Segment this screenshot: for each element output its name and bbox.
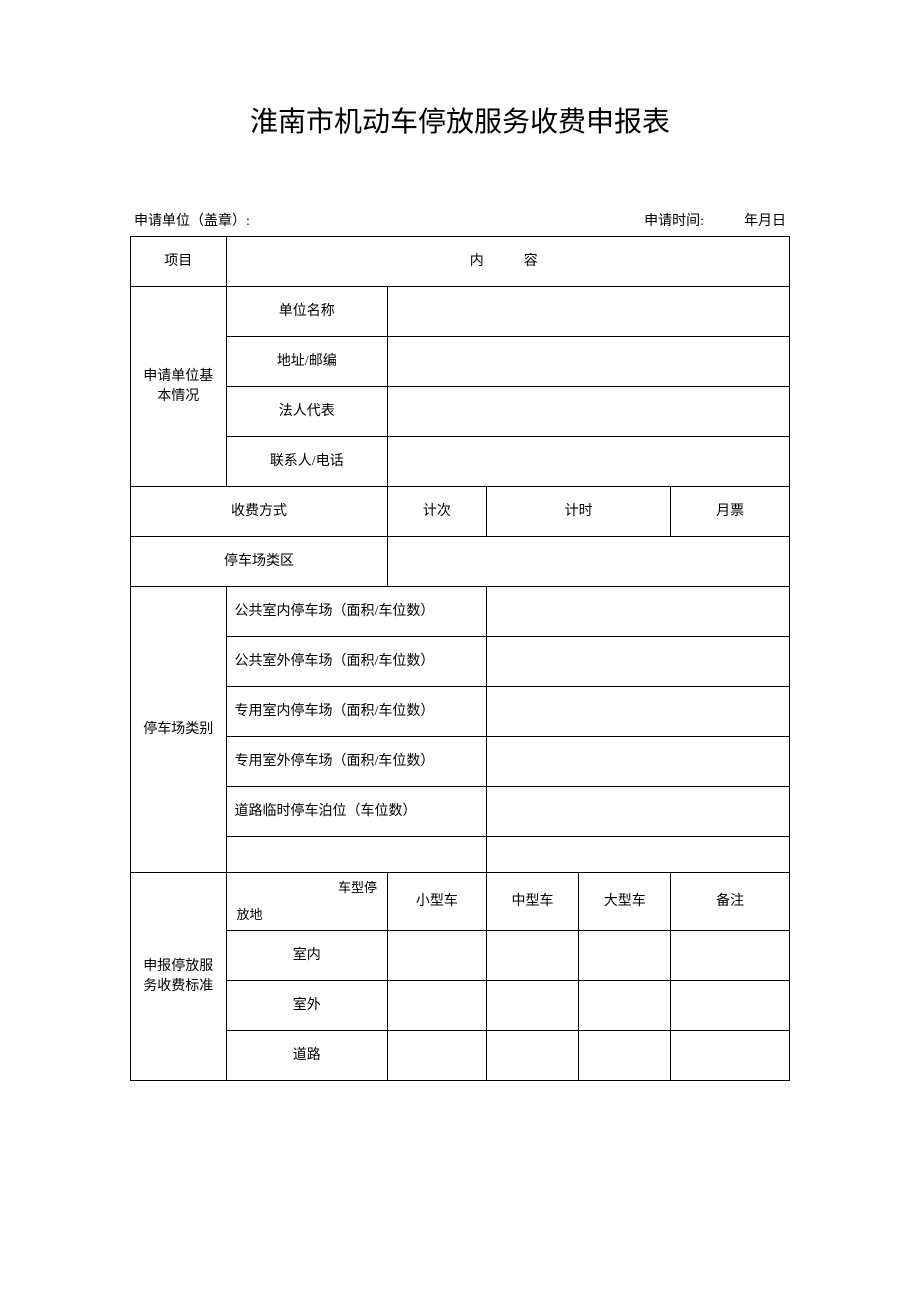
parking-zone-value xyxy=(387,537,789,587)
date-placeholder: 年月日 xyxy=(744,210,786,230)
parking-cat-value-4 xyxy=(486,787,789,837)
diag-bottom-label: 放地 xyxy=(237,906,263,924)
legal-rep-label: 法人代表 xyxy=(226,387,387,437)
indoor-remark xyxy=(671,931,790,981)
row-indoor-label: 室内 xyxy=(226,931,387,981)
parking-cat-value-3 xyxy=(486,737,789,787)
road-remark xyxy=(671,1031,790,1081)
fee-standard-section: 申报停放服务收费标准 xyxy=(131,873,227,1081)
address-value xyxy=(387,337,789,387)
parking-cat-row-2: 专用室内停车场（面积/车位数） xyxy=(226,687,486,737)
page-title: 淮南市机动车停放服务收费申报表 xyxy=(130,100,790,140)
parking-cat-row-4: 道路临时停车泊位（车位数） xyxy=(226,787,486,837)
road-large xyxy=(579,1031,671,1081)
parking-cat-row-3: 专用室外停车场（面积/车位数） xyxy=(226,737,486,787)
road-medium xyxy=(486,1031,578,1081)
outdoor-remark xyxy=(671,981,790,1031)
col-medium: 中型车 xyxy=(486,873,578,931)
outdoor-small xyxy=(387,981,486,1031)
applicant-unit-label: 申请单位（盖章）: xyxy=(134,210,250,230)
fee-monthly: 月票 xyxy=(671,487,790,537)
parking-cat-value-empty xyxy=(486,837,789,873)
fee-by-time: 计时 xyxy=(486,487,671,537)
fee-standard-diagonal: 车型停 放地 xyxy=(226,873,387,931)
header-line: 申请单位（盖章）: 申请时间: 年月日 xyxy=(130,210,790,230)
parking-cat-value-1 xyxy=(486,637,789,687)
basic-info-section: 申请单位基本情况 xyxy=(131,287,227,487)
parking-cat-value-2 xyxy=(486,687,789,737)
fee-method-label: 收费方式 xyxy=(131,487,388,537)
outdoor-large xyxy=(579,981,671,1031)
indoor-medium xyxy=(486,931,578,981)
col-large: 大型车 xyxy=(579,873,671,931)
fee-by-count: 计次 xyxy=(387,487,486,537)
diag-top-label: 车型停 xyxy=(338,879,377,897)
road-small xyxy=(387,1031,486,1081)
parking-zone-label: 停车场类区 xyxy=(131,537,388,587)
contact-value xyxy=(387,437,789,487)
col-small: 小型车 xyxy=(387,873,486,931)
col-remark: 备注 xyxy=(671,873,790,931)
parking-cat-row-empty xyxy=(226,837,486,873)
row-outdoor-label: 室外 xyxy=(226,981,387,1031)
indoor-small xyxy=(387,931,486,981)
project-label: 项目 xyxy=(131,237,227,287)
address-label: 地址/邮编 xyxy=(226,337,387,387)
parking-category-section: 停车场类别 xyxy=(131,587,227,873)
unit-name-value xyxy=(387,287,789,337)
apply-time-label: 申请时间: xyxy=(644,210,704,230)
content-label: 内容 xyxy=(226,237,789,287)
legal-rep-value xyxy=(387,387,789,437)
application-table: 项目 内容 申请单位基本情况 单位名称 地址/邮编 法人代表 联系人/电话 收费… xyxy=(130,236,790,1081)
parking-cat-row-0: 公共室内停车场（面积/车位数） xyxy=(226,587,486,637)
contact-label: 联系人/电话 xyxy=(226,437,387,487)
parking-cat-row-1: 公共室外停车场（面积/车位数） xyxy=(226,637,486,687)
unit-name-label: 单位名称 xyxy=(226,287,387,337)
row-road-label: 道路 xyxy=(226,1031,387,1081)
indoor-large xyxy=(579,931,671,981)
outdoor-medium xyxy=(486,981,578,1031)
parking-cat-value-0 xyxy=(486,587,789,637)
